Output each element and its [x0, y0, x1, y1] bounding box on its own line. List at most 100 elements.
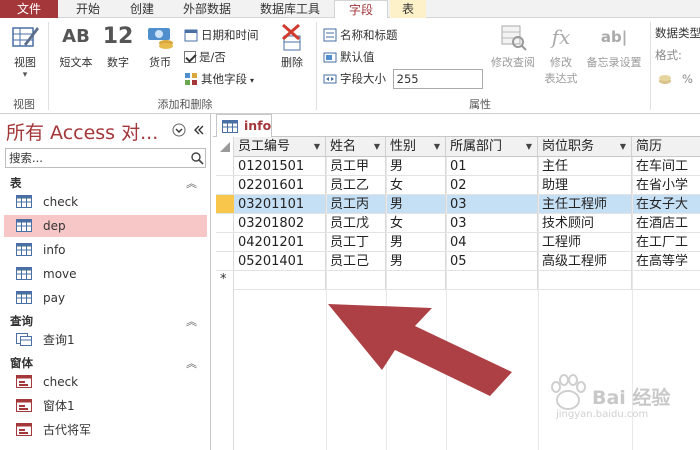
table-cell[interactable]: 男: [386, 195, 446, 214]
percent-button[interactable]: %: [682, 70, 693, 88]
column-filter-dropdown-icon[interactable]: ▼: [526, 137, 532, 157]
nav-section-forms[interactable]: 窗体: [10, 355, 33, 371]
new-record-cell[interactable]: [538, 271, 632, 290]
new-record-cell[interactable]: [234, 271, 326, 290]
nav-pane-title[interactable]: 所有 Access 对...: [6, 118, 158, 145]
collapse-up-icon[interactable]: ︽: [186, 175, 197, 191]
view-button[interactable]: 视图 ▾: [6, 22, 44, 80]
nav-table-item[interactable]: check: [4, 191, 207, 213]
tab-fields[interactable]: 字段: [334, 0, 388, 19]
tab-database-tools[interactable]: 数据库工具: [250, 0, 330, 18]
column-filter-dropdown-icon[interactable]: ▼: [374, 137, 380, 157]
table-cell[interactable]: 在工厂工: [632, 233, 700, 252]
table-cell[interactable]: 主任: [538, 157, 632, 176]
table-cell[interactable]: 在酒店工: [632, 214, 700, 233]
default-value-button[interactable]: 默认值: [323, 48, 375, 66]
tab-table[interactable]: 表: [390, 0, 426, 18]
table-cell[interactable]: 员工乙: [326, 176, 386, 195]
column-header[interactable]: 员工编号 ▼: [234, 137, 326, 157]
table-cell[interactable]: 在女子大: [632, 195, 700, 214]
record-selector[interactable]: [216, 157, 234, 176]
tab-external-data[interactable]: 外部数据: [172, 0, 242, 18]
table-cell[interactable]: 03: [446, 195, 538, 214]
column-filter-dropdown-icon[interactable]: ▼: [314, 137, 320, 157]
table-cell[interactable]: 女: [386, 214, 446, 233]
table-cell[interactable]: 主任工程师: [538, 195, 632, 214]
table-cell[interactable]: 员工丙: [326, 195, 386, 214]
table-cell[interactable]: 04: [446, 233, 538, 252]
modify-lookup-button[interactable]: 修改查阅: [488, 22, 538, 70]
column-filter-dropdown-icon[interactable]: ▼: [620, 137, 626, 157]
nav-form-item[interactable]: 古代将军: [4, 419, 207, 441]
delete-button[interactable]: 删除: [274, 22, 310, 70]
column-header[interactable]: 简历: [632, 137, 700, 157]
nav-table-item[interactable]: info: [4, 239, 207, 261]
record-selector[interactable]: [216, 252, 234, 271]
nav-table-item-selected[interactable]: dep: [4, 215, 207, 237]
table-cell[interactable]: 在省小学: [632, 176, 700, 195]
table-cell[interactable]: 03: [446, 214, 538, 233]
record-selector[interactable]: [216, 195, 234, 214]
yesno-button[interactable]: 是/否: [184, 48, 226, 66]
nav-menu-icon[interactable]: [172, 123, 186, 137]
column-header[interactable]: 所属部门 ▼: [446, 137, 538, 157]
table-cell[interactable]: 工程师: [538, 233, 632, 252]
table-cell[interactable]: 02201601: [234, 176, 326, 195]
collapse-up-icon[interactable]: ︽: [186, 355, 197, 371]
table-cell[interactable]: 员工己: [326, 252, 386, 271]
table-cell[interactable]: 04201201: [234, 233, 326, 252]
nav-search-input[interactable]: 搜索...: [5, 148, 206, 168]
currency-button[interactable]: 货币: [141, 22, 179, 70]
short-text-button[interactable]: AB 短文本: [54, 22, 98, 70]
table-cell[interactable]: 03201101: [234, 195, 326, 214]
currency-format-icon[interactable]: [658, 70, 675, 88]
number-button[interactable]: 12 数字: [100, 22, 136, 70]
table-cell[interactable]: 助理: [538, 176, 632, 195]
table-cell[interactable]: 01: [446, 157, 538, 176]
field-size-input[interactable]: 255: [392, 69, 483, 89]
other-fields-button[interactable]: 其他字段 ▾: [184, 70, 254, 88]
document-tab-info[interactable]: info: [216, 114, 272, 137]
datetime-button[interactable]: 日期和时间: [184, 26, 259, 44]
column-filter-dropdown-icon[interactable]: ▼: [434, 137, 440, 157]
record-selector[interactable]: [216, 214, 234, 233]
select-all-icon[interactable]: [219, 141, 231, 153]
table-cell[interactable]: 01201501: [234, 157, 326, 176]
table-cell[interactable]: 在高等学: [632, 252, 700, 271]
table-cell[interactable]: 女: [386, 176, 446, 195]
table-cell[interactable]: 在车间工: [632, 157, 700, 176]
nav-table-item[interactable]: move: [4, 263, 207, 285]
nav-form-item[interactable]: check: [4, 371, 207, 393]
table-cell[interactable]: 男: [386, 233, 446, 252]
table-cell[interactable]: 03201802: [234, 214, 326, 233]
nav-form-item[interactable]: 窗体1: [4, 395, 207, 417]
table-cell[interactable]: 员工戊: [326, 214, 386, 233]
table-cell[interactable]: 05: [446, 252, 538, 271]
search-icon[interactable]: [190, 151, 204, 165]
nav-section-queries[interactable]: 查询: [10, 313, 33, 329]
table-cell[interactable]: 技术顾问: [538, 214, 632, 233]
collapse-pane-icon[interactable]: [191, 123, 205, 137]
table-cell[interactable]: 男: [386, 157, 446, 176]
collapse-up-icon[interactable]: ︽: [186, 313, 197, 329]
table-cell[interactable]: 02: [446, 176, 538, 195]
modify-expression-button[interactable]: fx 修改 表达式: [540, 22, 582, 86]
table-cell[interactable]: 员工丁: [326, 233, 386, 252]
tab-create[interactable]: 创建: [120, 0, 164, 18]
new-record-cell[interactable]: [386, 271, 446, 290]
table-cell[interactable]: 高级工程师: [538, 252, 632, 271]
tab-file[interactable]: 文件: [0, 0, 58, 18]
table-cell[interactable]: 05201401: [234, 252, 326, 271]
record-selector[interactable]: [216, 233, 234, 252]
name-caption-button[interactable]: 名称和标题: [323, 26, 398, 44]
column-header[interactable]: 性别 ▼: [386, 137, 446, 157]
tab-home[interactable]: 开始: [66, 0, 110, 18]
memo-settings-button[interactable]: ab| 备忘录设置: [582, 22, 646, 70]
nav-section-tables[interactable]: 表: [10, 175, 22, 191]
record-selector[interactable]: [216, 176, 234, 195]
table-cell[interactable]: 男: [386, 252, 446, 271]
new-record-cell[interactable]: [446, 271, 538, 290]
column-header[interactable]: 岗位职务 ▼: [538, 137, 632, 157]
table-cell[interactable]: 员工甲: [326, 157, 386, 176]
nav-table-item[interactable]: pay: [4, 287, 207, 309]
